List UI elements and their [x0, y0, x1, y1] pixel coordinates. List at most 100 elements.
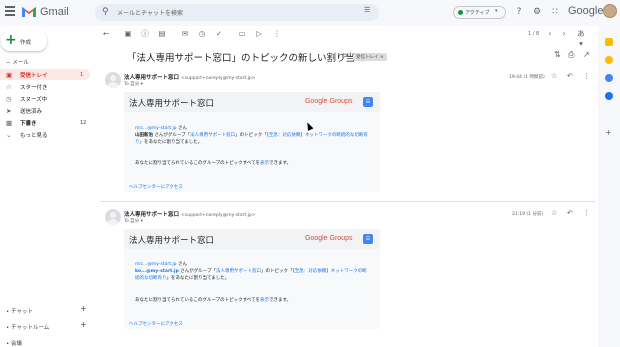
gear-icon[interactable]: ⚙: [531, 6, 543, 18]
message-time: 19:44 (1 時間前): [509, 75, 545, 80]
google-groups-logo: Google Groups: [305, 235, 353, 242]
add-task-icon[interactable]: ✓: [214, 29, 224, 39]
chevron-down-icon: ⌄: [6, 131, 12, 139]
assigner-name: 山田新治: [135, 133, 153, 138]
recipient-link[interactable]: mic...@my-start.jp: [135, 262, 177, 267]
view-link[interactable]: 表示: [260, 298, 269, 303]
sidebar-item-label: 送信済み: [20, 109, 43, 115]
calendar-icon[interactable]: [605, 38, 613, 46]
notice-body: あなたに割り当てられているこのグループのトピックすべてを: [135, 298, 261, 303]
add-addon-icon[interactable]: +: [605, 128, 612, 137]
chevron-down-icon: ▾: [495, 8, 498, 14]
help-center-link[interactable]: ヘルプセンターにアクセス: [129, 321, 183, 327]
more-vert-icon[interactable]: ⋮: [583, 72, 590, 80]
main-menu-icon[interactable]: [5, 6, 15, 16]
pagination-label: 1 / 8: [528, 31, 540, 37]
view-link[interactable]: 表示: [260, 161, 269, 166]
recipient-details[interactable]: To 自分 ▾: [124, 218, 143, 224]
chevron-right-icon[interactable]: ›: [559, 29, 569, 39]
apps-grid-icon[interactable]: ∷: [549, 6, 561, 18]
help-icon[interactable]: ?: [513, 6, 525, 18]
sender-email: <support+noreply@my-start.jp>: [180, 213, 256, 218]
back-arrow-icon[interactable]: ←: [101, 29, 111, 39]
help-center-link[interactable]: ヘルプセンターにアクセス: [129, 184, 183, 190]
add-chatroom-icon[interactable]: +: [80, 320, 87, 329]
sidebar-item-label: 受信トレイ: [20, 73, 48, 79]
importance-marker-icon[interactable]: ⊳: [342, 51, 349, 60]
reply-icon[interactable]: ↶: [567, 209, 573, 217]
meet-section-label[interactable]: • 会議: [6, 339, 22, 347]
body-text: 」をあなたに割り当てました。: [139, 140, 203, 145]
message-time: 21:19 (1 分前): [512, 212, 544, 217]
star-icon: ☆: [6, 83, 12, 91]
sender-name[interactable]: 法人専用サポート窓口 <support+noreply@my-start.jp>: [124, 210, 256, 218]
inbox-label-chip[interactable]: 受信トレイ ×: [353, 53, 387, 61]
add-chat-icon[interactable]: +: [80, 304, 87, 313]
star-icon[interactable]: ☆: [551, 72, 557, 80]
recipient-details[interactable]: To 自分 ▾: [124, 81, 143, 87]
notice-end: できます。: [269, 298, 292, 303]
card-title: 法人専用サポート窓口: [129, 99, 215, 109]
assigner-name[interactable]: ko...@my-start.jp: [135, 269, 179, 274]
report-spam-icon[interactable]: ⓘ: [140, 29, 150, 39]
reply-icon[interactable]: ↶: [567, 72, 573, 80]
sidebar-item-label: もっと見る: [20, 133, 48, 139]
snooze-clock-icon[interactable]: ◷: [197, 29, 207, 39]
group-link[interactable]: 法人専用サポート窓口: [216, 269, 261, 274]
message-body: mic...@my-start.jp さん 山田新治 さんがグループ「法人専用サ…: [135, 125, 371, 146]
more-vert-icon[interactable]: ⋮: [272, 29, 282, 39]
keep-icon[interactable]: [605, 56, 613, 64]
notice-text: あなたに割り当てられているこのグループのトピックすべてを表示できます。: [135, 297, 371, 304]
sender-name[interactable]: 法人専用サポート窓口 <support+noreply@my-start.jp>: [124, 73, 256, 81]
unread-count: 1: [80, 72, 84, 78]
card-title: 法人専用サポート窓口: [129, 236, 215, 246]
status-dot-icon: [458, 10, 463, 15]
avatar[interactable]: [603, 4, 617, 18]
open-new-window-icon[interactable]: ↗: [583, 50, 590, 59]
chat-section-label[interactable]: • チャット: [6, 307, 33, 315]
label-icon[interactable]: ▷: [254, 29, 264, 39]
sidebar-item-label: 下書き: [20, 121, 37, 127]
sidebar-item-drafts[interactable]: [0, 117, 90, 128]
tasks-icon[interactable]: [605, 74, 613, 82]
google-account-label[interactable]: Google: [568, 5, 603, 17]
groups-badge-icon: ☰: [363, 97, 373, 107]
clock-icon: ◷: [6, 95, 12, 103]
groups-badge-icon: ☰: [363, 234, 373, 244]
input-tools-button[interactable]: あ▾: [576, 29, 586, 48]
chevron-left-icon[interactable]: ‹: [545, 29, 555, 39]
move-to-icon[interactable]: ▭: [237, 29, 247, 39]
recipient-text: To 自分: [124, 82, 140, 87]
expand-all-icon[interactable]: ⇅: [554, 50, 561, 59]
notice-end: できます。: [269, 161, 292, 166]
sender-email: <support+noreply@my-start.jp>: [180, 76, 256, 81]
gmail-logo-icon[interactable]: [21, 5, 37, 18]
sidebar-item-label: スター付き: [20, 85, 48, 91]
delete-icon[interactable]: ▤: [157, 29, 167, 39]
sidebar-item-label: スヌーズ中: [20, 97, 48, 103]
group-link[interactable]: 法人専用サポート窓口: [190, 133, 235, 138]
sidebar-item-sent[interactable]: [0, 105, 90, 116]
status-label: アクティブ: [465, 10, 490, 16]
body-text: 」をあなたに割り当てました。: [166, 276, 230, 281]
contacts-icon[interactable]: [605, 92, 613, 100]
mark-unread-icon[interactable]: ✉: [180, 29, 190, 39]
star-icon[interactable]: ☆: [551, 209, 557, 217]
body-text: 」のトピック「: [260, 269, 293, 274]
draft-count: 12: [80, 120, 87, 126]
recipient-link[interactable]: mic...@my-start.jp: [135, 126, 177, 131]
body-text: さんがグループ「: [178, 269, 216, 274]
inbox-icon: ▣: [6, 71, 13, 79]
more-vert-icon[interactable]: ⋮: [583, 209, 590, 217]
chatroom-section-label[interactable]: • チャットルーム: [6, 323, 49, 331]
search-icon[interactable]: ⚲: [102, 7, 109, 17]
archive-icon[interactable]: ▣: [123, 29, 133, 39]
search-options-icon[interactable]: ☰: [364, 6, 370, 14]
print-icon[interactable]: ⎙: [568, 50, 574, 60]
compose-label: 作成: [20, 40, 32, 46]
app-name: Gmail: [40, 6, 69, 18]
recipient-text: To 自分: [124, 219, 140, 224]
thread-subject: 「法人専用サポート窓口」のトピックの新しい割り当て: [127, 53, 365, 64]
sender-avatar: [105, 72, 121, 88]
divider: [100, 201, 595, 202]
